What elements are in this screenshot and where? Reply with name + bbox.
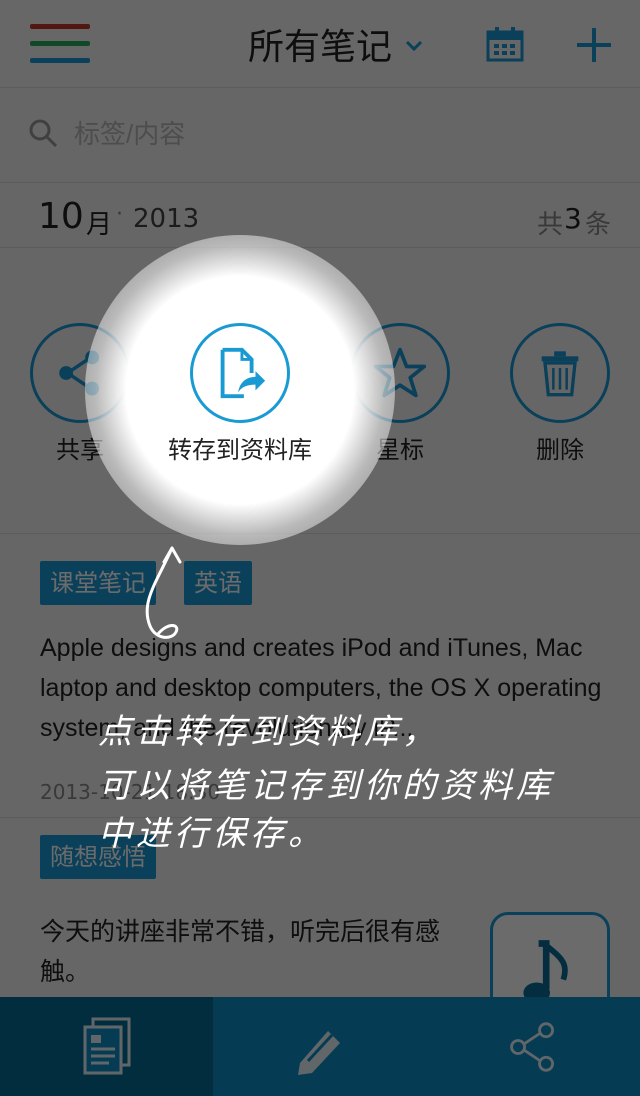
- tab-notes[interactable]: [0, 997, 213, 1096]
- search-icon: [29, 119, 58, 148]
- note-preview[interactable]: 今天的讲座非常不错，听完后很有感触。: [40, 912, 470, 992]
- hint-arrow-icon: [145, 546, 182, 639]
- divider: [0, 533, 640, 534]
- tab-edit[interactable]: [213, 997, 426, 1096]
- share-icon: [509, 1021, 554, 1072]
- trash-icon: [541, 351, 579, 397]
- note-count: 3: [564, 202, 582, 235]
- month-unit: 月: [86, 210, 113, 240]
- delete-label: 删除: [536, 436, 584, 464]
- delete-button[interactable]: [510, 323, 610, 423]
- edit-icon: [297, 1030, 340, 1075]
- notes-icon: [83, 1017, 130, 1074]
- save-to-library-button[interactable]: [190, 323, 290, 423]
- save-to-library-icon: [220, 347, 266, 399]
- month-number: 10: [38, 196, 84, 237]
- hint-text-line-1: 点击转存到资料库，: [98, 712, 440, 752]
- calendar-icon[interactable]: [486, 26, 524, 62]
- title-area[interactable]: 所有笔记: [0, 0, 640, 88]
- tab-share[interactable]: [426, 997, 639, 1096]
- count-suffix: 条: [585, 210, 612, 240]
- bottom-tab-bar: [0, 997, 640, 1096]
- save-to-library-label: 转存到资料库: [168, 436, 312, 464]
- search-input[interactable]: [74, 114, 574, 154]
- month-separator: ·: [116, 202, 123, 227]
- count-prefix: 共: [537, 210, 564, 240]
- add-note-icon[interactable]: [575, 26, 613, 64]
- chevron-down-icon[interactable]: [404, 36, 424, 56]
- month-year: 2013: [133, 204, 200, 234]
- hint-text-line-2: 可以将笔记存到你的资料库: [98, 766, 554, 806]
- hint-text-line-3: 中进行保存。: [98, 814, 326, 854]
- page-title[interactable]: 所有笔记: [248, 18, 392, 70]
